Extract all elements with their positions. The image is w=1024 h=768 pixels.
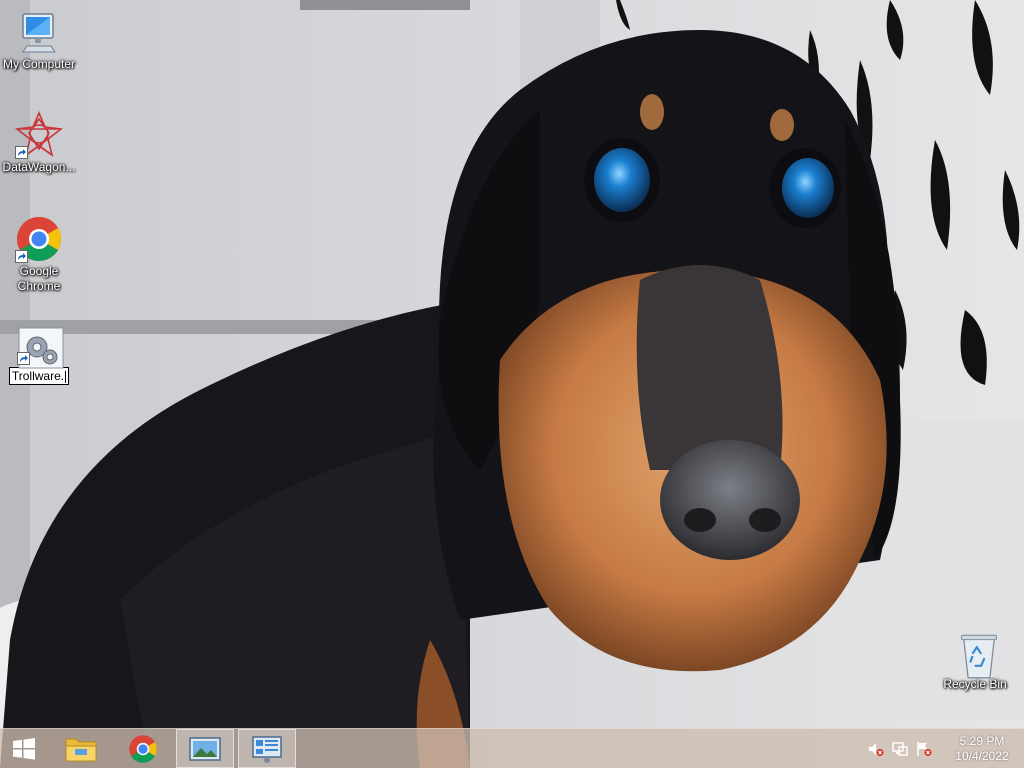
gear-app-icon bbox=[17, 325, 64, 369]
desktop-icon-google-chrome[interactable]: Google Chrome bbox=[1, 215, 77, 294]
desktop-icon-my-computer[interactable]: My Computer bbox=[1, 8, 77, 72]
taskbar-chrome-button[interactable] bbox=[120, 729, 166, 768]
taskbar-control-window-button[interactable] bbox=[238, 729, 296, 768]
network-icon[interactable] bbox=[892, 741, 908, 757]
chrome-icon bbox=[15, 215, 63, 263]
taskbar: 5:29 PM 10/4/2022 bbox=[0, 728, 1024, 768]
recycle-bin-icon bbox=[955, 632, 997, 679]
datawagon-icon bbox=[15, 111, 63, 159]
desktop-icon-datawagon[interactable]: DataWagon... bbox=[1, 111, 77, 175]
volume-muted-icon[interactable] bbox=[868, 741, 884, 757]
text-caret bbox=[65, 370, 67, 383]
taskbar-file-explorer-button[interactable] bbox=[58, 729, 104, 768]
shortcut-arrow-icon bbox=[15, 146, 28, 159]
control-panel-icon bbox=[252, 735, 282, 763]
clock-date: 10/4/2022 bbox=[955, 748, 1009, 763]
desktop[interactable]: My Computer DataWagon... Google Chrome T… bbox=[0, 0, 1024, 768]
system-tray: 5:29 PM 10/4/2022 bbox=[868, 729, 1024, 768]
taskbar-picture-window-button[interactable] bbox=[176, 729, 234, 768]
desktop-icon-label: My Computer bbox=[2, 57, 76, 71]
picture-icon bbox=[189, 736, 221, 761]
desktop-icon-label: Google Chrome bbox=[17, 264, 61, 293]
desktop-icon-trollware[interactable]: Trollware. bbox=[1, 325, 77, 385]
clock-time: 5:29 PM bbox=[959, 733, 1005, 748]
shortcut-arrow-icon bbox=[15, 250, 28, 263]
desktop-icon-label: DataWagon... bbox=[2, 160, 76, 174]
action-center-flag-icon[interactable] bbox=[916, 741, 932, 757]
chrome-icon bbox=[129, 734, 157, 763]
start-button[interactable] bbox=[0, 729, 48, 768]
computer-icon bbox=[15, 8, 63, 56]
desktop-icon-recycle-bin[interactable]: Recycle Bin bbox=[937, 632, 1013, 692]
desktop-wallpaper bbox=[0, 0, 1024, 768]
folder-icon bbox=[65, 738, 97, 761]
taskbar-clock[interactable]: 5:29 PM 10/4/2022 bbox=[946, 734, 1018, 764]
shortcut-arrow-icon bbox=[17, 352, 30, 365]
windows-logo-icon bbox=[13, 737, 35, 760]
